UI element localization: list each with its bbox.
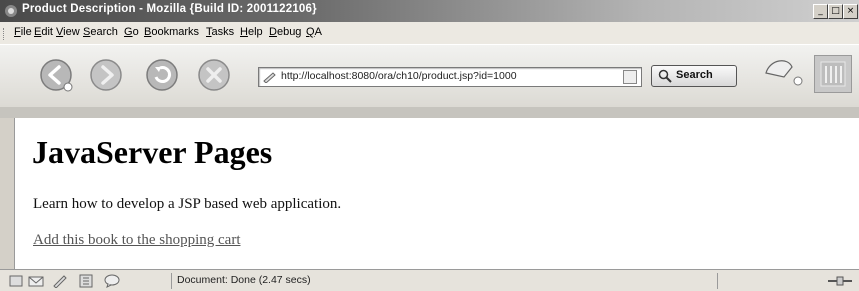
addressbook-icon[interactable] xyxy=(78,274,94,288)
menu-view[interactable]: View xyxy=(56,26,80,38)
menu-go[interactable]: Go xyxy=(124,26,139,38)
search-button[interactable]: Search xyxy=(651,65,737,87)
product-description: Learn how to develop a JSP based web app… xyxy=(33,196,342,212)
url-bar[interactable]: http://localhost:8080/ora/ch10/product.j… xyxy=(258,67,642,87)
reload-icon[interactable] xyxy=(144,57,180,93)
menu-help[interactable]: Help xyxy=(240,26,263,38)
minimize-button[interactable]: _ xyxy=(813,4,828,19)
forward-icon[interactable] xyxy=(88,57,124,93)
add-to-cart-link[interactable]: Add this book to the shopping cart xyxy=(33,232,240,249)
menu-file[interactable]: File xyxy=(14,26,32,38)
throbber-icon[interactable] xyxy=(814,55,852,93)
navigation-toolbar: http://localhost:8080/ora/ch10/product.j… xyxy=(0,44,859,108)
navigator-icon[interactable] xyxy=(8,274,24,288)
title-bar: Product Description - Mozilla {Build ID:… xyxy=(0,0,859,22)
browser-window: Product Description - Mozilla {Build ID:… xyxy=(0,0,859,291)
window-title: Product Description - Mozilla {Build ID:… xyxy=(22,3,317,15)
status-text: Document: Done (2.47 secs) xyxy=(177,274,311,286)
menu-bookmarks[interactable]: Bookmarks xyxy=(144,26,199,38)
toolbar-grip[interactable] xyxy=(3,28,7,40)
menu-edit[interactable]: Edit xyxy=(34,26,53,38)
irc-icon[interactable] xyxy=(104,274,120,288)
url-text[interactable]: http://localhost:8080/ora/ch10/product.j… xyxy=(281,70,517,82)
maximize-button[interactable]: □ xyxy=(828,4,843,19)
back-icon[interactable] xyxy=(38,57,74,93)
search-icon xyxy=(658,69,672,83)
mozilla-icon xyxy=(5,5,17,17)
menu-debug[interactable]: Debug xyxy=(269,26,301,38)
page-content: JavaServer Pages Learn how to develop a … xyxy=(15,118,859,269)
status-separator-right xyxy=(717,273,718,289)
menu-search[interactable]: Search xyxy=(83,26,118,38)
menu-qa[interactable]: QA xyxy=(306,26,322,38)
menu-tasks[interactable]: Tasks xyxy=(206,26,234,38)
page-icon xyxy=(263,72,276,83)
mozilla-logo-icon xyxy=(820,61,846,87)
mail-icon[interactable] xyxy=(28,274,44,288)
stop-icon[interactable] xyxy=(196,57,232,93)
menu-bar: File Edit View Search Go Bookmarks Tasks… xyxy=(0,22,859,44)
close-button[interactable]: × xyxy=(843,4,858,19)
composer-icon[interactable] xyxy=(52,274,68,288)
online-status-icon[interactable] xyxy=(826,274,854,288)
status-bar: Document: Done (2.47 secs) xyxy=(0,269,859,291)
status-separator xyxy=(171,273,172,289)
sidebar-grippy[interactable] xyxy=(0,118,15,269)
print-icon[interactable] xyxy=(762,55,806,89)
url-dropdown-icon[interactable] xyxy=(623,70,637,84)
search-label: Search xyxy=(676,69,713,81)
page-heading: JavaServer Pages xyxy=(32,134,273,170)
